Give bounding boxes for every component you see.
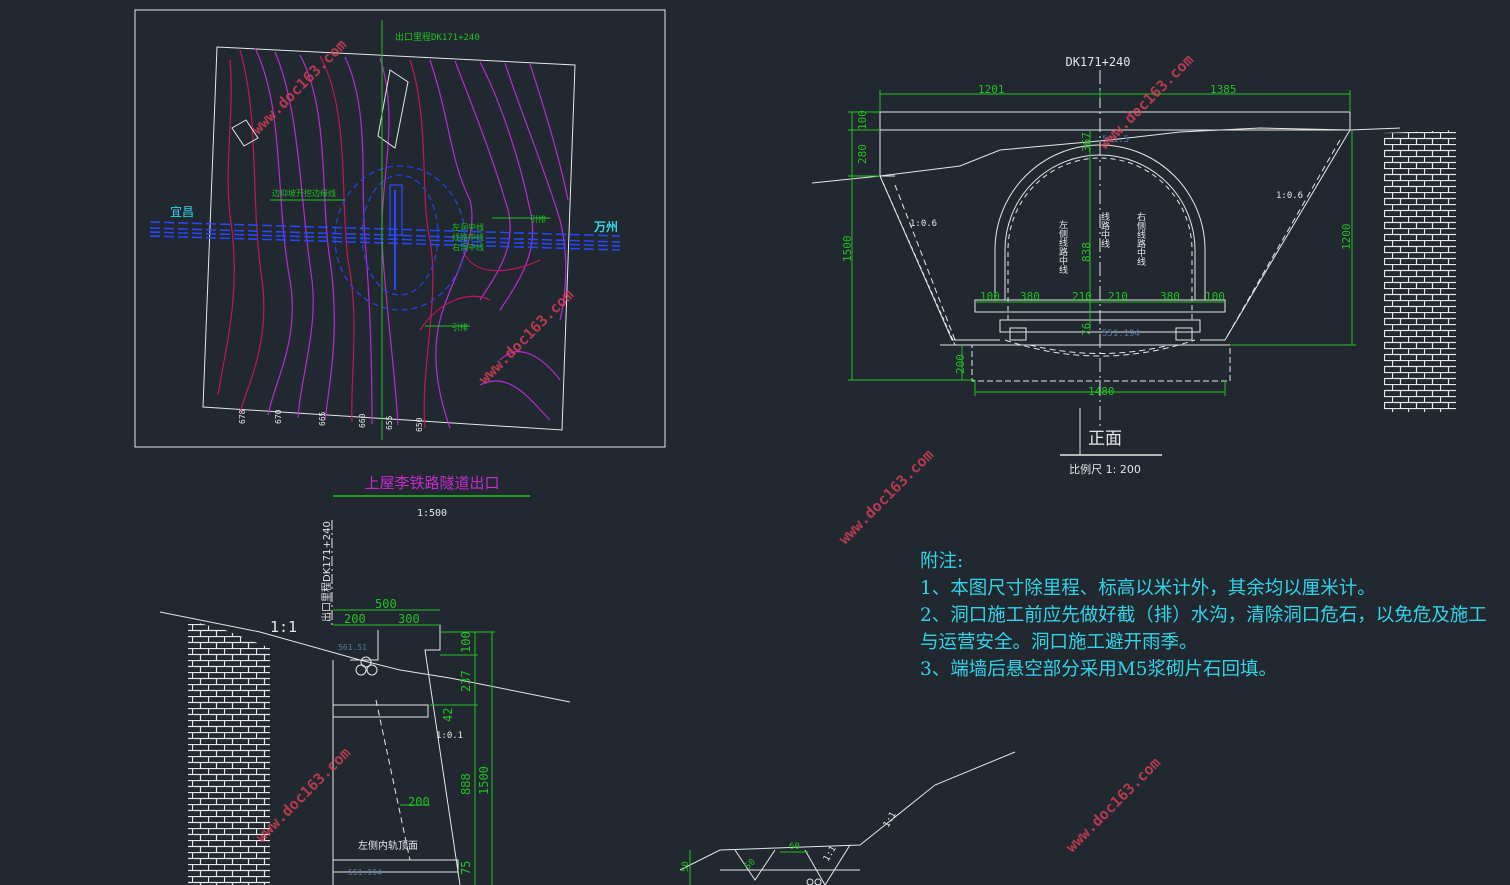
note-2: 2、洞口施工前应先做好截（排）水沟，清除洞口危石，以免危及施工与运营安全。洞口施… <box>920 605 1487 653</box>
svg-text:1500: 1500 <box>477 766 491 795</box>
svg-text:76: 76 <box>1080 323 1093 336</box>
rock-hatch-left <box>188 620 270 885</box>
svg-text:655: 655 <box>385 415 394 430</box>
center-labels: 左侧线路中线 线路中线 右侧线路中线 <box>1057 211 1146 274</box>
svg-text:200: 200 <box>954 354 967 374</box>
svg-text:1:0.6: 1:0.6 <box>910 219 937 229</box>
city-left-label: 宜昌 <box>170 204 194 219</box>
svg-text:www.doc163.com: www.doc163.com <box>475 286 577 388</box>
svg-text:888: 888 <box>459 773 473 795</box>
rock-hatch-right <box>1384 130 1456 412</box>
left-line-label: 左侧线路中线 <box>1057 219 1068 274</box>
line-center-label: 线路中线 <box>452 232 484 242</box>
svg-text:838: 838 <box>1080 242 1093 262</box>
svg-text:210: 210 <box>1072 290 1092 303</box>
svg-text:200: 200 <box>344 612 366 626</box>
exit-mileage-label: 出口里程DK171+240 <box>395 31 480 43</box>
contour-labels: 678 670 665 660 655 650 <box>238 409 424 432</box>
svg-text:551.194: 551.194 <box>1102 329 1140 339</box>
svg-text:678: 678 <box>238 409 247 424</box>
svg-text:60: 60 <box>789 842 800 852</box>
svg-text:75: 75 <box>459 861 473 875</box>
svg-text:1:1: 1:1 <box>882 810 899 829</box>
svg-text:100: 100 <box>856 110 869 130</box>
note-3: 3、端墙后悬空部分采用M5浆砌片石回填。 <box>920 659 1277 680</box>
side-mileage: 出口里程DK171+240 <box>320 521 333 622</box>
side-slope-label: 1:1 <box>270 618 297 636</box>
svg-text:210: 210 <box>1108 290 1128 303</box>
drain-label-1: 引排 <box>530 214 546 224</box>
notes-title: 附注: <box>920 551 964 572</box>
site-plan: 出口里程DK171+240 边仰坡开挖边缘线 左洞中线 线路中线 右洞中线 引排… <box>134 9 666 519</box>
city-right-label: 万州 <box>593 220 618 234</box>
front-mileage: DK171+240 <box>1065 55 1130 69</box>
svg-text:660: 660 <box>358 413 367 428</box>
ditch-dimensions: 60 50 50 <box>681 842 800 872</box>
wall-slope-label: 1:0.1 <box>436 731 463 741</box>
side-elev-top: 561.51 <box>338 643 367 652</box>
notes-block: 附注: 1、本图尺寸除里程、标高以米计外，其余均以厘米计。 2、洞口施工前应先做… <box>920 548 1500 683</box>
svg-text:1201: 1201 <box>978 83 1005 96</box>
svg-text:100: 100 <box>459 631 473 653</box>
svg-text:280: 280 <box>856 144 869 164</box>
ditch-slopes: 1:1 1:1 <box>822 810 899 863</box>
note-1: 1、本图尺寸除里程、标高以米计外，其余均以厘米计。 <box>920 578 1376 599</box>
rail-label: 左侧内轨顶面 <box>358 839 418 852</box>
svg-text:1385: 1385 <box>1210 83 1237 96</box>
right-tunnel-label: 右洞中线 <box>452 242 484 252</box>
svg-text:670: 670 <box>274 409 283 424</box>
svg-text:100: 100 <box>1205 290 1225 303</box>
front-view-scale: 比例尺 1: 200 <box>1069 462 1141 476</box>
cad-drawing-canvas: 出口里程DK171+240 边仰坡开挖边缘线 左洞中线 线路中线 右洞中线 引排… <box>134 9 1456 885</box>
watermarks: www.doc163.com www.doc163.com www.doc163… <box>248 36 1197 856</box>
svg-text:1500: 1500 <box>841 236 854 263</box>
svg-text:665: 665 <box>318 411 327 426</box>
svg-text:1200: 1200 <box>1340 224 1353 251</box>
svg-text:367: 367 <box>1080 132 1093 152</box>
foundation <box>971 344 1231 382</box>
svg-text:www.doc163.com: www.doc163.com <box>1062 754 1164 856</box>
svg-text:1:1: 1:1 <box>822 844 839 863</box>
side-elev-bottom: 551.194 <box>348 868 382 877</box>
cut-line-label: 边仰坡开挖边缘线 <box>272 188 336 198</box>
site-plan-title: 上屋李铁路隧道出口 <box>364 474 499 492</box>
left-tunnel-label: 左洞中线 <box>452 222 484 232</box>
svg-text:380: 380 <box>1160 290 1180 303</box>
ditch-detail: 60 50 50 1:1 1:1 <box>679 751 1016 885</box>
svg-text:237: 237 <box>459 670 473 692</box>
svg-text:50: 50 <box>681 861 691 872</box>
site-plan-scale: 1:500 <box>417 508 447 519</box>
svg-text:42: 42 <box>441 708 455 722</box>
svg-text:380: 380 <box>1020 290 1040 303</box>
side-section: 1:1 出口里程DK171+240 500 200 300 100 237 42… <box>159 520 571 885</box>
svg-text:1:0.6: 1:0.6 <box>1276 191 1303 201</box>
site-plan-frame <box>134 9 666 448</box>
side-dimensions: 500 200 300 100 237 42 888 1500 75 200 <box>344 597 491 875</box>
ditch-ground <box>679 751 1016 871</box>
svg-text:500: 500 <box>375 597 397 611</box>
front-view-title: 正面 <box>1088 429 1122 449</box>
portal-outline <box>879 129 1351 346</box>
right-line-label: 右侧线路中线 <box>1135 211 1146 266</box>
svg-text:300: 300 <box>398 612 420 626</box>
mid-line-label: 线路中线 <box>1099 211 1110 248</box>
svg-text:www.doc163.com: www.doc163.com <box>835 446 937 548</box>
svg-text:100: 100 <box>980 290 1000 303</box>
svg-text:650: 650 <box>415 417 424 432</box>
drain-label-2: 引排 <box>452 322 468 332</box>
svg-text:200: 200 <box>408 795 430 809</box>
svg-text:1480: 1480 <box>1088 385 1115 398</box>
